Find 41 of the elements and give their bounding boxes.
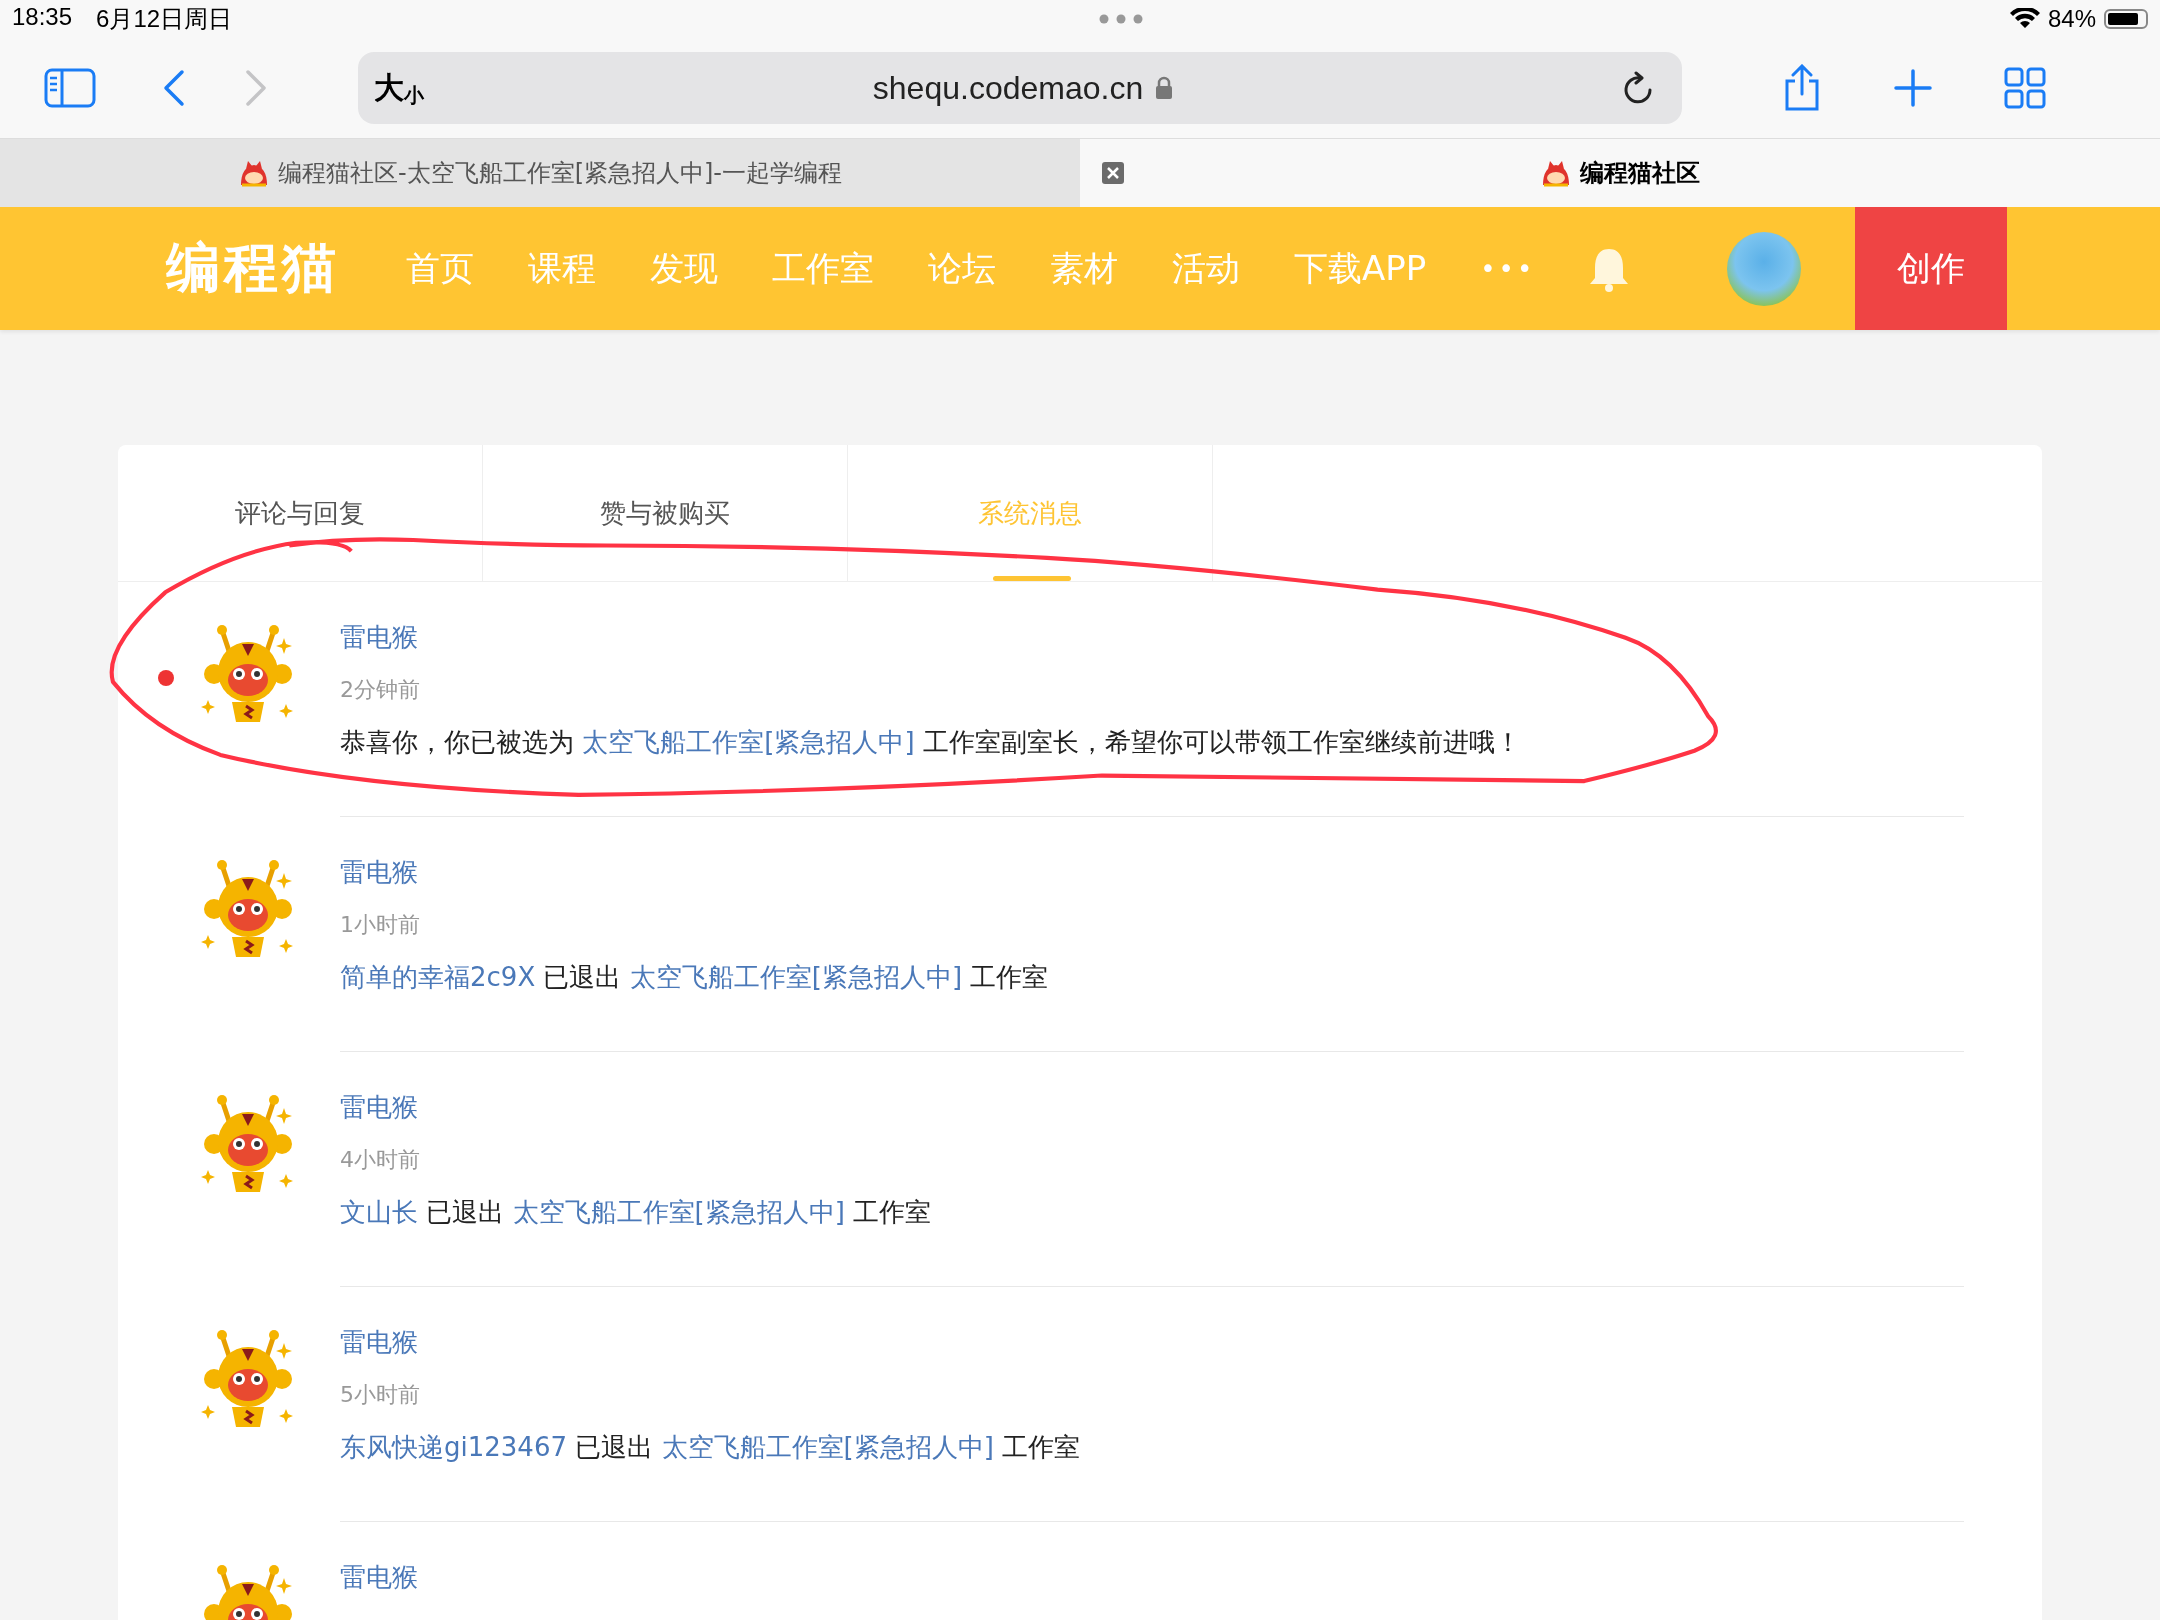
create-button[interactable]: 创作 bbox=[1855, 207, 2008, 330]
studio-link[interactable]: 东风快递gi123467 bbox=[340, 1432, 567, 1462]
unread-dot bbox=[158, 670, 174, 686]
sender-name[interactable]: 雷电猴 bbox=[340, 855, 418, 890]
wifi-icon bbox=[2009, 8, 2040, 30]
sidebar-icon[interactable] bbox=[44, 68, 96, 108]
battery-icon bbox=[2104, 9, 2148, 29]
message-time: 4小时前 bbox=[340, 1146, 420, 1174]
back-icon[interactable] bbox=[162, 69, 186, 107]
message-tab[interactable]: 赞与被购买 bbox=[483, 445, 848, 581]
message-time: 1小时前 bbox=[340, 911, 420, 939]
message-text: 简单的幸福2c9X 已退出 太空飞船工作室[紧急招人中] 工作室 bbox=[340, 961, 1049, 994]
studio-link[interactable]: 太空飞船工作室[紧急招人中] bbox=[661, 1432, 994, 1462]
message-time: 2分钟前 bbox=[340, 676, 420, 704]
studio-link[interactable]: 简单的幸福2c9X bbox=[340, 962, 536, 992]
url-text: shequ.codemao.cn bbox=[872, 69, 1144, 107]
sender-name[interactable]: 雷电猴 bbox=[340, 1325, 418, 1360]
plus-icon[interactable] bbox=[1894, 69, 1932, 107]
status-time: 18:35 bbox=[12, 3, 73, 32]
cat-favicon-icon bbox=[1540, 159, 1572, 187]
sender-name[interactable]: 雷电猴 bbox=[340, 1090, 418, 1125]
sender-name[interactable]: 雷电猴 bbox=[340, 620, 418, 655]
more-dots-icon[interactable] bbox=[1099, 14, 1144, 24]
message-tab[interactable]: 评论与回复 bbox=[118, 445, 483, 581]
browser-tab[interactable]: 编程猫社区-太空飞船工作室[紧急招人中]-一起学编程 bbox=[0, 139, 1080, 207]
studio-link[interactable]: 太空飞船工作室[紧急招人中] bbox=[512, 1197, 845, 1227]
tabs-grid-icon[interactable] bbox=[2004, 67, 2046, 109]
browser-tab[interactable]: 编程猫社区 bbox=[1080, 139, 2160, 207]
status-date: 6月12日周日 bbox=[96, 4, 233, 34]
message-text: 文山长 已退出 太空飞船工作室[紧急招人中] 工作室 bbox=[340, 1196, 932, 1229]
reload-icon[interactable] bbox=[1622, 71, 1654, 105]
close-tab-icon[interactable] bbox=[1102, 162, 1124, 184]
studio-link[interactable]: 太空飞船工作室[紧急招人中] bbox=[582, 727, 915, 757]
message-text: 恭喜你，你已被选为 太空飞船工作室[紧急招人中] 工作室副室长，希望你可以带领工作室继续前进哦！ bbox=[340, 726, 1521, 759]
sender-name[interactable]: 雷电猴 bbox=[340, 1560, 418, 1595]
studio-link[interactable]: 文山长 bbox=[340, 1197, 418, 1227]
message-time: 5小时前 bbox=[340, 1381, 420, 1409]
studio-link[interactable]: 太空飞船工作室[紧急招人中] bbox=[629, 962, 963, 992]
message-text: 东风快递gi123467 已退出 太空飞船工作室[紧急招人中] 工作室 bbox=[340, 1431, 1081, 1464]
battery-percent: 84% bbox=[2047, 5, 2096, 33]
lock-icon bbox=[1155, 76, 1174, 100]
